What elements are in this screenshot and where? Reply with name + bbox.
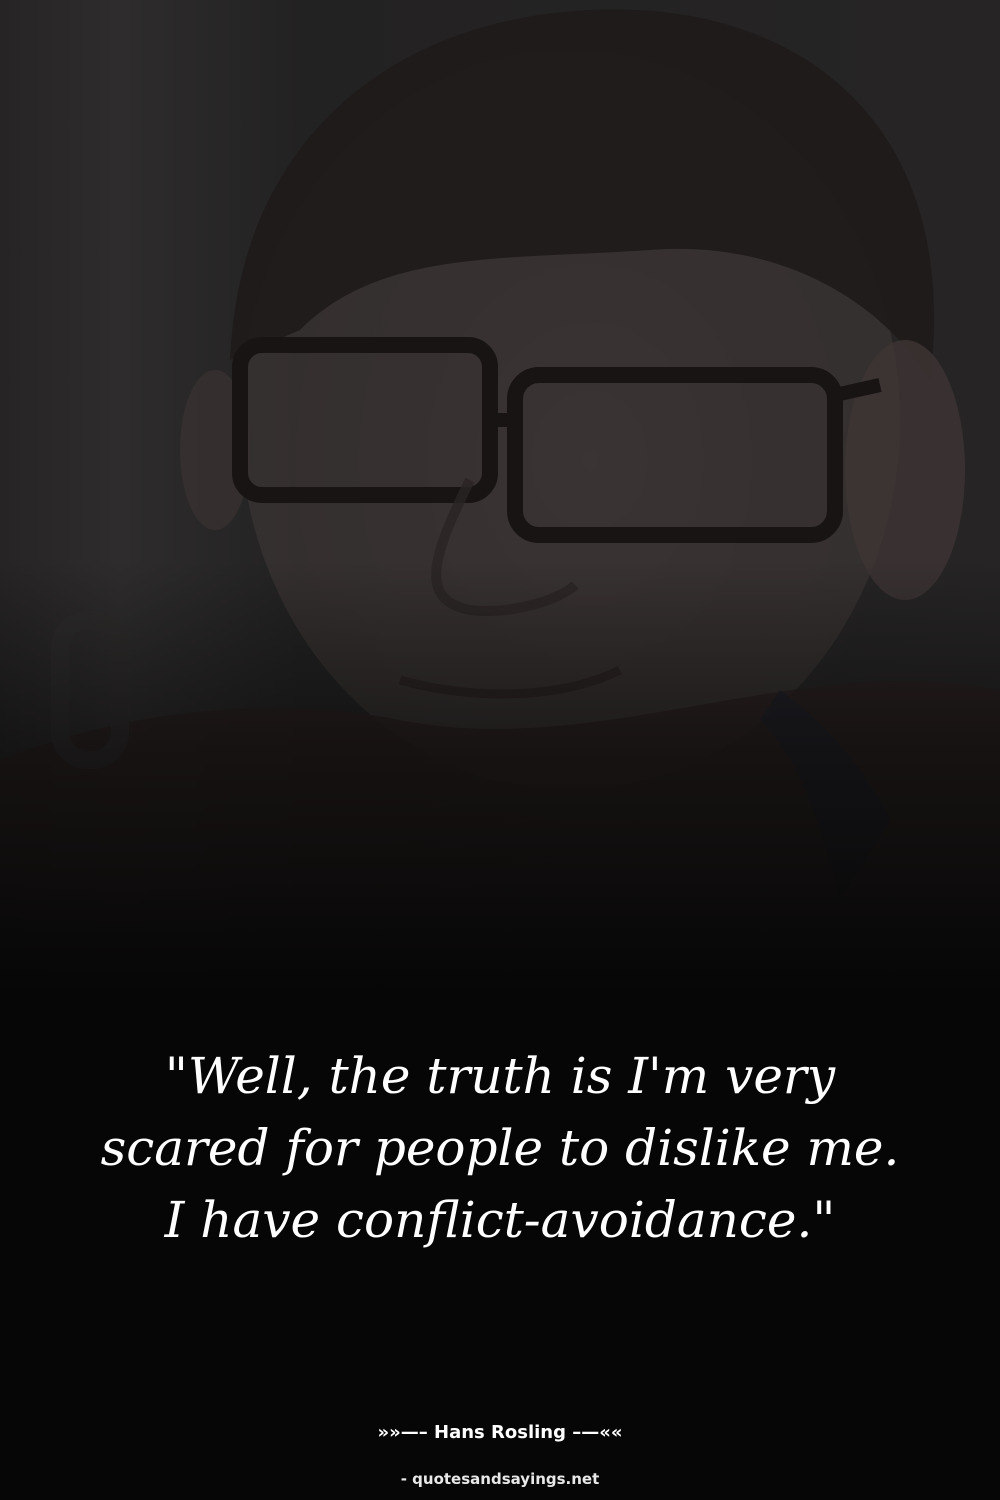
quote-poster: "Well, the truth is I'm very scared for … bbox=[0, 0, 1000, 1500]
quote-text: "Well, the truth is I'm very scared for … bbox=[100, 1047, 900, 1249]
photo-fade-overlay bbox=[0, 560, 1000, 1000]
source-credit: - quotesandsayings.net bbox=[400, 1470, 600, 1488]
author-attribution: »»—– Hans Rosling –—«« bbox=[377, 1422, 623, 1443]
